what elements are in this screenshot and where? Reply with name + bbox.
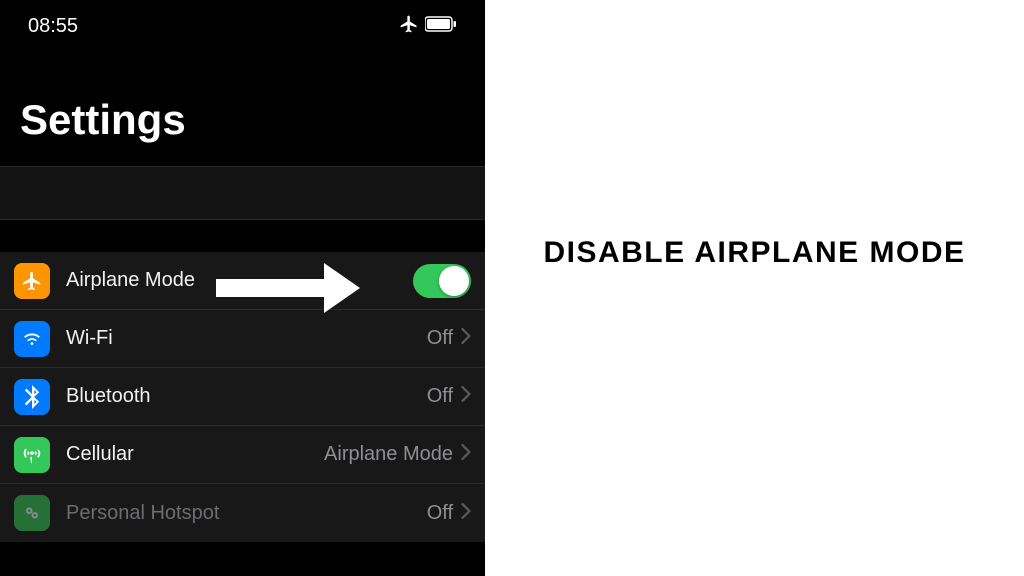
- chevron-right-icon: [461, 503, 471, 524]
- phone-screenshot: 08:55 Settings Airplane Mode: [0, 0, 485, 576]
- page-title: Settings: [0, 48, 485, 166]
- wifi-label: Wi-Fi: [66, 327, 427, 350]
- bluetooth-icon: [14, 379, 50, 415]
- airplane-mode-row[interactable]: Airplane Mode: [0, 252, 485, 310]
- personal-hotspot-row[interactable]: Personal Hotspot Off: [0, 484, 485, 542]
- bluetooth-value: Off: [427, 385, 453, 408]
- cellular-label: Cellular: [66, 443, 324, 466]
- airplane-status-icon: [399, 14, 419, 39]
- settings-list: Airplane Mode Wi-Fi Off Bluetooth Off: [0, 252, 485, 542]
- airplane-mode-label: Airplane Mode: [66, 269, 413, 292]
- wifi-row[interactable]: Wi-Fi Off: [0, 310, 485, 368]
- chevron-right-icon: [461, 328, 471, 349]
- toggle-knob: [439, 266, 469, 296]
- search-placeholder-section: [0, 166, 485, 220]
- status-icons: [399, 14, 457, 39]
- hotspot-icon: [14, 495, 50, 531]
- bluetooth-row[interactable]: Bluetooth Off: [0, 368, 485, 426]
- chevron-right-icon: [461, 386, 471, 407]
- instruction-text: DISABLE AIRPLANE MODE: [543, 236, 965, 270]
- bluetooth-label: Bluetooth: [66, 385, 427, 408]
- cellular-row[interactable]: Cellular Airplane Mode: [0, 426, 485, 484]
- cellular-icon: [14, 437, 50, 473]
- cellular-value: Airplane Mode: [324, 443, 453, 466]
- hotspot-value: Off: [427, 502, 453, 525]
- status-bar: 08:55: [0, 0, 485, 48]
- airplane-mode-toggle[interactable]: [413, 264, 471, 298]
- airplane-icon: [14, 263, 50, 299]
- wifi-value: Off: [427, 327, 453, 350]
- hotspot-label: Personal Hotspot: [66, 502, 427, 525]
- instruction-panel: DISABLE AIRPLANE MODE: [485, 0, 1024, 576]
- wifi-icon: [14, 321, 50, 357]
- battery-icon: [425, 16, 457, 37]
- chevron-right-icon: [461, 444, 471, 465]
- section-gap: [0, 220, 485, 252]
- status-time: 08:55: [28, 15, 78, 38]
